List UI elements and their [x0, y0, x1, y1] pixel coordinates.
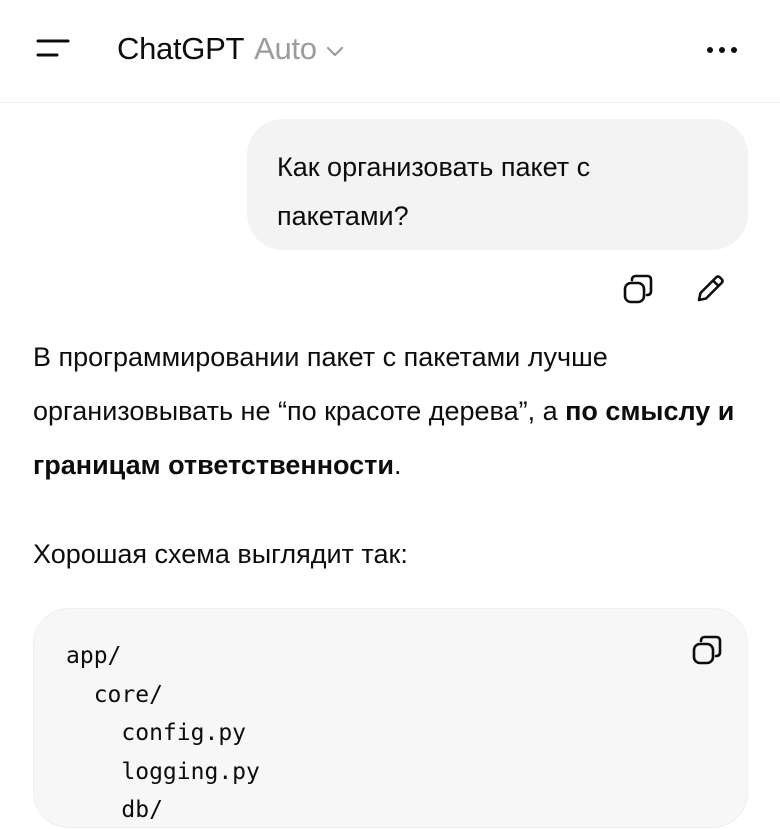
chevron-down-icon [325, 41, 345, 61]
user-message-bubble: Как организовать пакет с пакетами? [247, 119, 748, 250]
copy-message-button[interactable] [615, 268, 661, 314]
copy-code-button[interactable] [684, 629, 730, 675]
code-line: core/ [66, 681, 163, 708]
menu-button[interactable] [30, 28, 76, 72]
assistant-paragraph: Хорошая схема выглядит так: [33, 539, 408, 569]
app-title: ChatGPT [117, 31, 245, 66]
pencil-icon [693, 272, 727, 311]
copy-icon [621, 272, 655, 311]
user-message-actions [615, 268, 733, 314]
code-line: logging.py [66, 758, 260, 785]
code-block: app/ core/ config.py logging.py db/ [33, 608, 748, 828]
model-selector[interactable]: ChatGPT Auto [117, 29, 345, 69]
edit-message-button[interactable] [687, 268, 733, 314]
code-content: app/ core/ config.py logging.py db/ [66, 637, 260, 830]
code-line: db/ [66, 797, 163, 823]
assistant-text-end: . [393, 450, 402, 480]
copy-icon [690, 633, 724, 672]
assistant-text: В программировании пакет с пакетами лучш… [33, 342, 608, 426]
assistant-paragraph: В программировании пакет с пакетами лучш… [33, 330, 748, 492]
code-line: app/ [66, 643, 122, 669]
top-bar: ChatGPT Auto [0, 0, 780, 103]
assistant-message: В программировании пакет с пакетами лучш… [33, 330, 748, 492]
more-options-button[interactable] [697, 30, 747, 70]
menu-icon [35, 37, 71, 64]
more-horizontal-icon [706, 41, 738, 59]
user-message-text: Как организовать пакет с пакетами? [277, 152, 591, 231]
model-label: Auto [254, 31, 317, 66]
code-line: config.py [66, 720, 247, 746]
